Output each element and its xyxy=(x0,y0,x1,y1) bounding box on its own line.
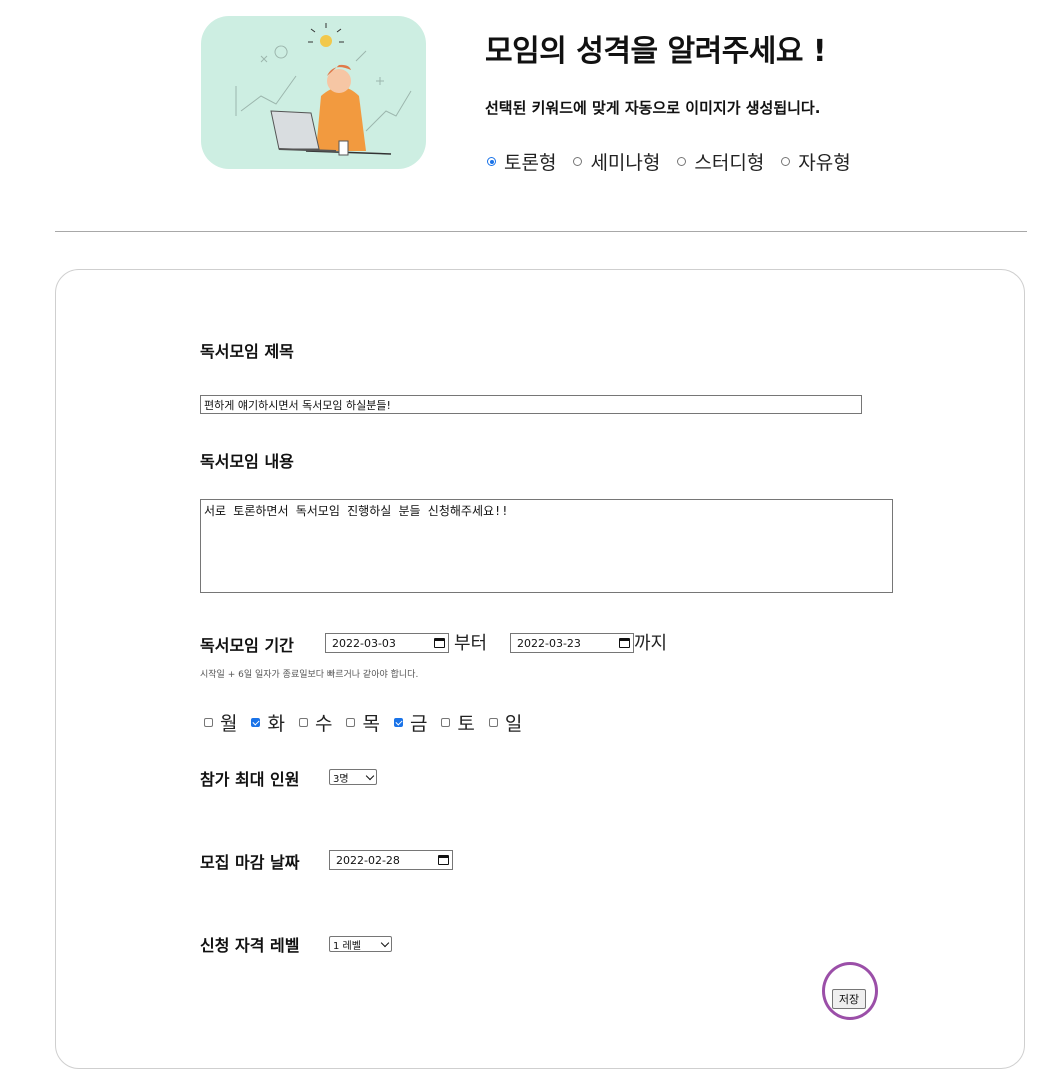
select-value: 3명 xyxy=(333,773,349,785)
radio-option-free[interactable]: 자유형 xyxy=(781,148,851,175)
day-friday[interactable]: 금 xyxy=(393,709,428,736)
meeting-type-radio-group: 토론형 세미나형 스터디형 자유형 xyxy=(487,148,868,175)
radio-button[interactable] xyxy=(781,157,791,166)
level-select[interactable]: 1 레벨 xyxy=(329,936,392,952)
checkbox[interactable] xyxy=(441,718,451,727)
day-label: 월 xyxy=(220,713,238,735)
level-label: 신청 자격 레벨 xyxy=(200,936,300,955)
checkbox[interactable] xyxy=(251,718,261,727)
deadline-date-value: 2022-02-28 xyxy=(336,853,400,867)
period-label: 독서모임 기간 xyxy=(200,636,294,655)
start-date-input[interactable]: 2022-03-03 xyxy=(325,633,449,653)
checkbox[interactable] xyxy=(298,718,308,727)
page-subtitle: 선택된 키워드에 맞게 자동으로 이미지가 생성됩니다. xyxy=(485,99,821,117)
radio-label: 스터디형 xyxy=(694,152,765,174)
radio-label: 자유형 xyxy=(798,152,851,174)
day-label: 토 xyxy=(457,713,475,735)
person-laptop-illustration xyxy=(235,23,412,156)
checkbox[interactable] xyxy=(204,718,213,727)
day-label: 금 xyxy=(409,713,428,735)
weekday-checkbox-group: 월 화 수 목 금 토 일 xyxy=(204,709,536,736)
radio-label: 세미나형 xyxy=(590,152,661,174)
day-tuesday[interactable]: 화 xyxy=(251,709,285,736)
day-wednesday[interactable]: 수 xyxy=(298,709,333,736)
radio-option-seminar[interactable]: 세미나형 xyxy=(573,148,660,175)
period-hint: 시작일 + 6일 일자가 종료일보다 빠르거나 같아야 합니다. xyxy=(200,670,419,680)
day-label: 일 xyxy=(504,713,523,735)
content-textarea[interactable]: 서로 토론하면서 독서모임 진행하실 분들 신청해주세요!! xyxy=(200,499,893,593)
deadline-date-input[interactable]: 2022-02-28 xyxy=(329,850,453,870)
page-title: 모임의 성격을 알려주세요 ! xyxy=(485,34,827,69)
deadline-label: 모집 마감 날짜 xyxy=(200,853,300,872)
start-date-value: 2022-03-03 xyxy=(332,636,396,650)
radio-option-study[interactable]: 스터디형 xyxy=(677,148,764,175)
end-date-value: 2022-03-23 xyxy=(517,636,581,650)
day-monday[interactable]: 월 xyxy=(204,709,237,736)
day-label: 목 xyxy=(362,713,380,735)
section-divider xyxy=(55,231,1027,232)
checkbox[interactable] xyxy=(393,718,403,727)
from-text: 부터 xyxy=(454,633,488,654)
save-button[interactable]: 저장 xyxy=(832,989,866,1009)
day-label: 수 xyxy=(314,713,333,735)
until-text: 까지 xyxy=(634,633,668,654)
radio-button[interactable] xyxy=(677,157,687,166)
hero-illustration xyxy=(201,16,426,169)
radio-option-discussion[interactable]: 토론형 xyxy=(487,148,556,175)
calendar-icon[interactable] xyxy=(438,855,449,865)
day-saturday[interactable]: 토 xyxy=(441,709,475,736)
radio-button[interactable] xyxy=(487,157,496,166)
chevron-down-icon xyxy=(365,771,375,780)
max-participants-select[interactable]: 3명 xyxy=(329,769,377,785)
end-date-input[interactable]: 2022-03-23 xyxy=(510,633,634,653)
calendar-icon[interactable] xyxy=(619,638,630,648)
radio-label: 토론형 xyxy=(504,152,557,174)
day-thursday[interactable]: 목 xyxy=(346,709,380,736)
chevron-down-icon xyxy=(380,938,390,947)
day-label: 화 xyxy=(267,713,285,735)
calendar-icon[interactable] xyxy=(434,638,445,648)
day-sunday[interactable]: 일 xyxy=(488,709,523,736)
select-value: 1 레벨 xyxy=(333,940,361,952)
title-input[interactable]: 편하게 얘기하시면서 독서모임 하실분들! xyxy=(200,395,862,414)
content-label: 독서모임 내용 xyxy=(200,452,294,471)
max-participants-label: 참가 최대 인원 xyxy=(200,770,300,789)
checkbox[interactable] xyxy=(488,718,498,727)
title-label: 독서모임 제목 xyxy=(200,342,294,361)
radio-button[interactable] xyxy=(573,157,583,166)
checkbox[interactable] xyxy=(346,718,356,727)
